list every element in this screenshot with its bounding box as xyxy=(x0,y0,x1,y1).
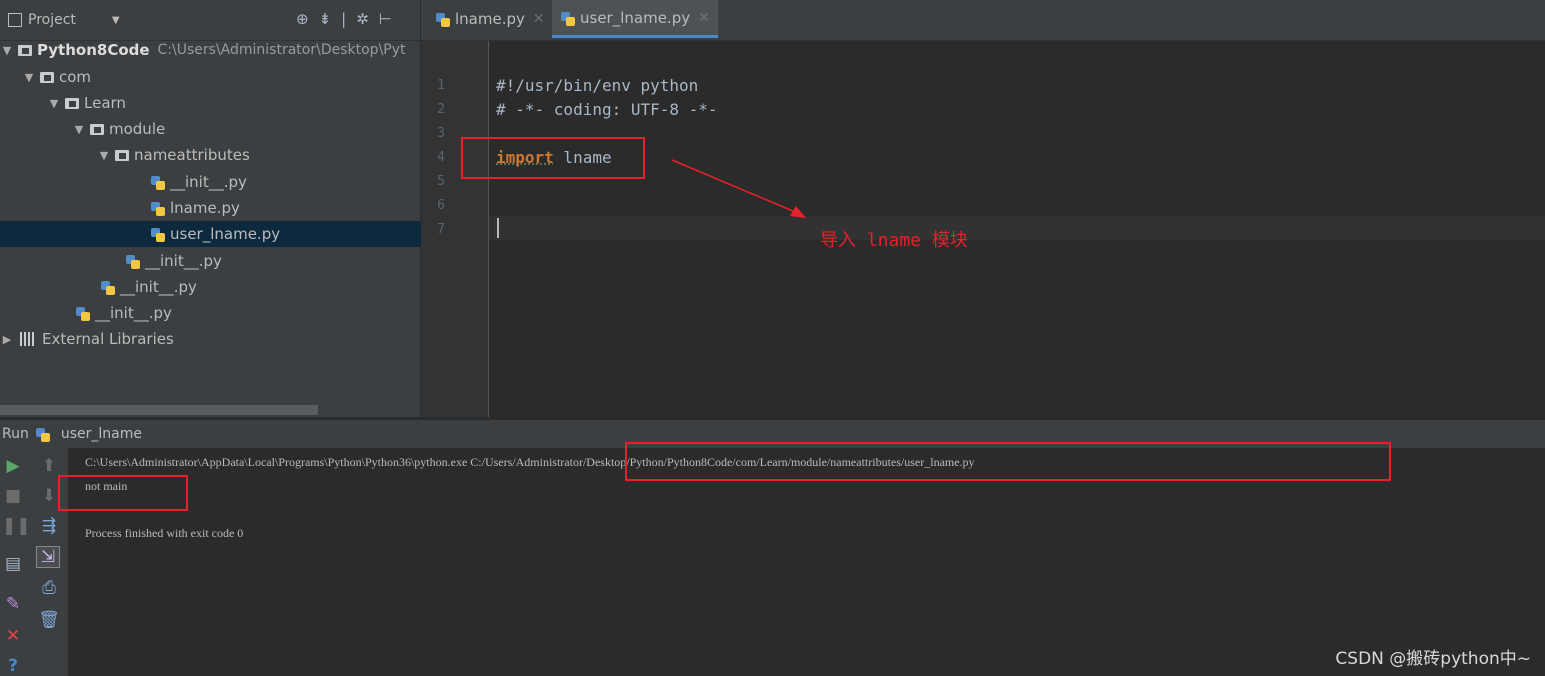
expand-icon[interactable]: ▼ xyxy=(47,97,61,110)
code-editor[interactable]: 1 2 3 4 5 6 7 #!/usr/bin/env python # -*… xyxy=(421,41,1545,417)
tree-item-label: __init__.py xyxy=(95,304,172,322)
folder-icon xyxy=(65,97,79,109)
close-icon[interactable]: ✕ xyxy=(698,10,710,26)
tab-user-lname[interactable]: user_lname.py ✕ xyxy=(552,0,718,38)
project-header: Project ▼ ⊕ ⇟ | ✲ ⊢ xyxy=(0,0,420,41)
tree-item-learn[interactable]: ▼ Learn xyxy=(0,90,467,116)
tree-item-root[interactable]: ▼ Python8Code C:\Users\Administrator\Des… xyxy=(0,37,420,63)
soft-wrap-icon[interactable]: ⇶ xyxy=(38,516,60,536)
tree-item-label: __init__.py xyxy=(120,278,197,296)
gear-icon[interactable]: ✲ xyxy=(356,10,369,28)
python-run-icon xyxy=(35,426,51,442)
tab-lname[interactable]: lname.py ✕ xyxy=(427,0,553,38)
tree-item-label: user_lname.py xyxy=(170,225,281,243)
watermark: CSDN @搬砖python中~ xyxy=(1335,649,1531,669)
python-file-icon xyxy=(125,253,141,269)
down-arrow-icon[interactable]: ⬇ xyxy=(38,486,60,506)
pin-icon[interactable]: ✎ xyxy=(2,594,24,614)
run-label: Run xyxy=(2,426,29,442)
tree-item-label: nameattributes xyxy=(134,146,250,164)
project-icon xyxy=(8,13,22,27)
tree-item-label: Python8Code xyxy=(37,41,150,59)
layout-icon[interactable]: ▤ xyxy=(2,554,24,574)
line-number: 7 xyxy=(437,222,445,237)
tree-item-label: lname.py xyxy=(170,199,240,217)
hide-icon[interactable]: ⊢ xyxy=(379,10,392,28)
run-config-name: user_lname xyxy=(60,426,142,442)
line-number: 6 xyxy=(437,198,445,213)
import-highlight-box xyxy=(461,137,645,179)
pause-icon[interactable]: ❚❚ xyxy=(2,516,31,536)
tree-item-module[interactable]: ▼ module xyxy=(0,116,492,142)
chevron-down-icon: ▼ xyxy=(111,14,120,26)
close-icon[interactable]: ✕ xyxy=(533,11,545,27)
stop-icon[interactable]: ■ xyxy=(2,486,24,506)
project-title: Project xyxy=(28,12,76,28)
run-console-output[interactable]: C:\Users\Administrator\AppData\Local\Pro… xyxy=(69,448,1545,676)
expand-icon[interactable]: ▶ xyxy=(0,333,14,346)
tree-item-com[interactable]: ▼ com xyxy=(0,64,442,90)
tree-item-label: Learn xyxy=(84,94,126,112)
tree-item-label: com xyxy=(59,68,92,86)
expand-icon[interactable]: ▼ xyxy=(72,123,86,136)
expand-icon[interactable]: ▼ xyxy=(22,71,36,84)
console-finished-line: Process finished with exit code 0 xyxy=(85,526,244,540)
folder-icon xyxy=(90,123,104,135)
tree-item-label: External Libraries xyxy=(42,330,174,348)
python-file-icon xyxy=(150,200,166,216)
tab-label: lname.py xyxy=(455,10,525,28)
separator-icon: | xyxy=(341,10,347,28)
tree-item-path: C:\Users\Administrator\Desktop\Pyt xyxy=(157,42,406,58)
text-caret xyxy=(497,218,499,238)
folder-icon xyxy=(40,71,54,83)
tree-item-external-libraries[interactable]: ▶ External Libraries xyxy=(0,326,420,352)
python-file-icon xyxy=(435,11,451,27)
tree-item-label: __init__.py xyxy=(145,252,222,270)
project-view-selector[interactable]: Project ▼ xyxy=(8,12,120,28)
line-number: 5 xyxy=(437,174,445,189)
python-file-icon xyxy=(75,305,91,321)
close-icon[interactable]: ✕ xyxy=(2,626,24,646)
folder-icon xyxy=(18,44,32,56)
collapse-icon[interactable]: ⇟ xyxy=(319,10,332,28)
library-icon xyxy=(20,332,36,346)
code-line-2: # -*- coding: UTF-8 -*- xyxy=(496,100,718,119)
up-arrow-icon[interactable]: ⬆ xyxy=(38,456,60,476)
script-path-highlight-box xyxy=(625,442,1391,481)
line-number: 1 xyxy=(437,78,445,93)
run-icon[interactable]: ▶ xyxy=(2,456,24,476)
annotation-text: 导入 lname 模块 xyxy=(820,230,968,251)
trash-icon[interactable]: 🗑 xyxy=(38,610,60,630)
line-number: 3 xyxy=(437,126,445,141)
python-file-icon xyxy=(560,10,576,26)
current-line-highlight xyxy=(489,216,1545,240)
python-file-icon xyxy=(150,226,166,242)
project-panel: Project ▼ ⊕ ⇟ | ✲ ⊢ ▼ Python8Code C:\Use… xyxy=(0,0,570,417)
output-highlight-box xyxy=(58,475,188,511)
horizontal-scrollbar[interactable] xyxy=(0,405,318,415)
print-icon[interactable]: ⎙ xyxy=(38,578,60,598)
expand-icon[interactable]: ▼ xyxy=(97,149,111,162)
editor-tabbar: lname.py ✕ user_lname.py ✕ xyxy=(421,0,1545,41)
scroll-to-end-icon[interactable]: ⇲ xyxy=(36,546,60,568)
tab-label: user_lname.py xyxy=(580,8,691,27)
expand-icon[interactable]: ▼ xyxy=(0,44,14,57)
line-number-gutter: 1 2 3 4 5 6 7 xyxy=(421,41,489,417)
line-number: 4 xyxy=(437,150,445,165)
folder-icon xyxy=(115,149,129,161)
help-icon[interactable]: ? xyxy=(2,656,24,676)
tree-item-label: __init__.py xyxy=(170,173,247,191)
line-number: 2 xyxy=(437,102,445,117)
code-line-1: #!/usr/bin/env python xyxy=(496,76,699,95)
locate-icon[interactable]: ⊕ xyxy=(296,10,309,28)
python-file-icon xyxy=(150,174,166,190)
annotation-arrow xyxy=(671,159,806,218)
tree-item-label: module xyxy=(109,120,166,138)
python-file-icon xyxy=(100,279,116,295)
console-python-exe: C:\Users\Administrator\AppData\Local\Pro… xyxy=(85,455,468,469)
